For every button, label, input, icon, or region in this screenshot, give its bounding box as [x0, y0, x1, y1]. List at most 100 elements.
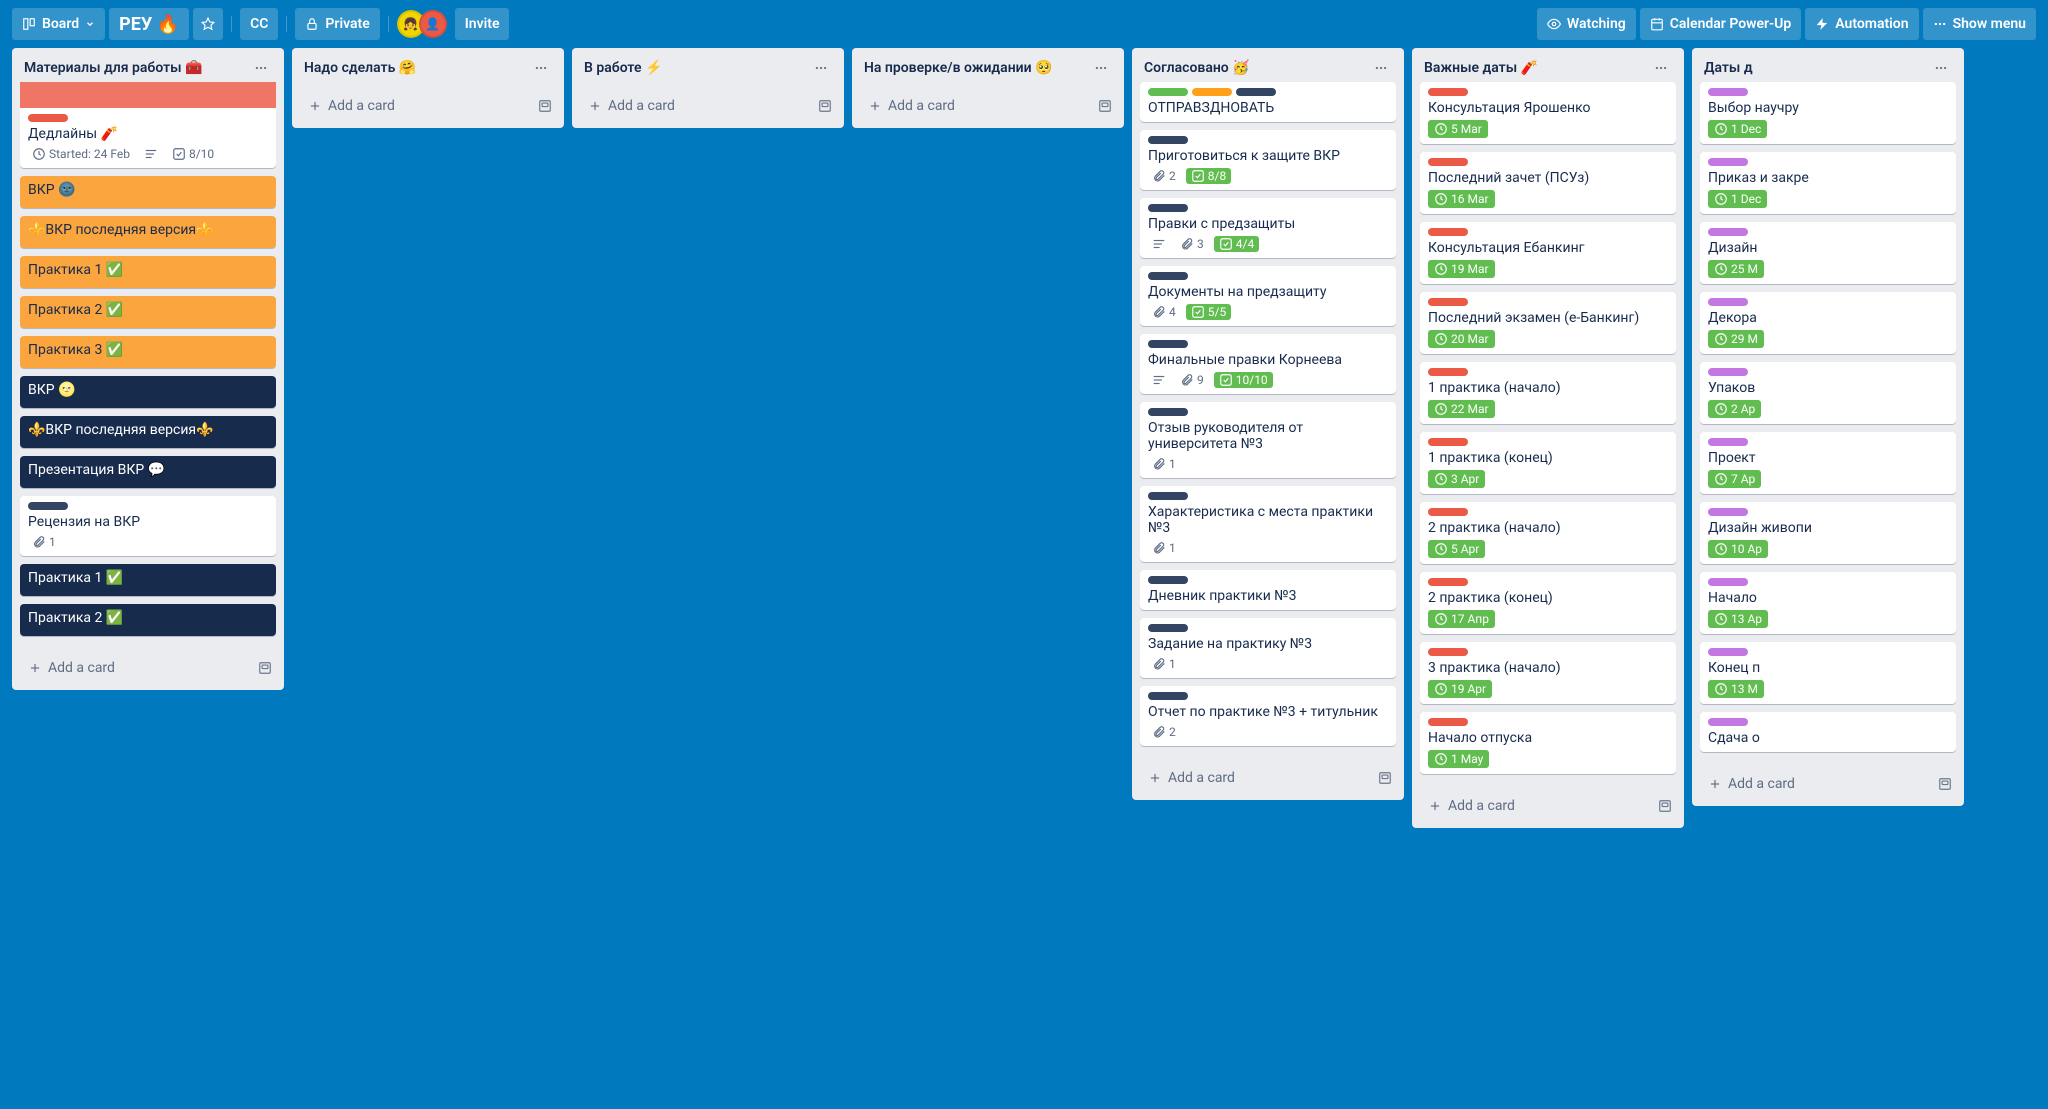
card[interactable]: Последний зачет (ПСУз) 16 Mar	[1420, 152, 1676, 214]
list-menu-button[interactable]	[1930, 58, 1952, 78]
list-title[interactable]: Надо сделать 🤗	[304, 60, 416, 76]
label-red[interactable]	[1428, 368, 1468, 376]
add-card-button[interactable]: Add a card	[300, 92, 528, 120]
label-purple[interactable]	[1708, 368, 1748, 376]
add-card-button[interactable]: Add a card	[1140, 764, 1368, 792]
add-card-button[interactable]: Add a card	[20, 654, 248, 682]
label-green[interactable]	[1148, 88, 1188, 96]
view-switcher[interactable]: Board	[12, 8, 105, 40]
star-button[interactable]	[193, 8, 223, 40]
label-red[interactable]	[1428, 648, 1468, 656]
card[interactable]: Последний экзамен (е-Банкинг) 20 Mar	[1420, 292, 1676, 354]
card[interactable]: Отчет по практике №3 + титульник 2	[1140, 686, 1396, 746]
card[interactable]: Упаков 2 Ap	[1700, 362, 1956, 424]
label-red[interactable]	[28, 114, 68, 122]
label-red[interactable]	[1428, 508, 1468, 516]
card[interactable]: 3 практика (начало) 19 Apr	[1420, 642, 1676, 704]
card[interactable]: Отзыв руководителя от университета №3 1	[1140, 402, 1396, 478]
card[interactable]: Задание на практику №3 1	[1140, 618, 1396, 678]
label-navy[interactable]	[1148, 136, 1188, 144]
card[interactable]: ⚜️ВКР последняя версия⚜️	[20, 216, 276, 248]
card-template-button[interactable]	[1094, 95, 1116, 118]
card[interactable]: Дизайн 25 M	[1700, 222, 1956, 284]
list-title[interactable]: В работе ⚡️	[584, 60, 662, 76]
label-navy[interactable]	[28, 502, 68, 510]
list-menu-button[interactable]	[810, 58, 832, 78]
label-navy[interactable]	[1148, 204, 1188, 212]
card[interactable]: ВКР 🌝	[20, 376, 276, 408]
calendar-powerup-button[interactable]: Calendar Power-Up	[1640, 8, 1802, 40]
automation-button[interactable]: Automation	[1805, 8, 1918, 40]
label-red[interactable]	[1428, 578, 1468, 586]
label-red[interactable]	[1428, 718, 1468, 726]
card-template-button[interactable]	[814, 95, 836, 118]
add-card-button[interactable]: Add a card	[580, 92, 808, 120]
add-card-button[interactable]: Add a card	[1700, 770, 1928, 798]
add-card-button[interactable]: Add a card	[860, 92, 1088, 120]
card[interactable]: Приготовиться к защите ВКР 2 8/8	[1140, 130, 1396, 190]
avatar[interactable]: 👤	[419, 10, 447, 38]
card[interactable]: Практика 2 ✅	[20, 604, 276, 636]
card[interactable]: Практика 3 ✅	[20, 336, 276, 368]
label-purple[interactable]	[1708, 88, 1748, 96]
card[interactable]: Выбор научру 1 Dec	[1700, 82, 1956, 144]
board-canvas[interactable]: Материалы для работы 🧰 Дедлайны 🧨 Started…	[0, 48, 2048, 1109]
board-title[interactable]: РЕУ 🔥	[109, 8, 189, 40]
workspace-button[interactable]: CC	[240, 8, 278, 40]
list-title[interactable]: Согласовано 🥳	[1144, 60, 1250, 76]
card-template-button[interactable]	[1374, 767, 1396, 790]
card-template-button[interactable]	[1654, 795, 1676, 818]
label-red[interactable]	[1428, 298, 1468, 306]
list-title[interactable]: На проверке/в ожидании 🥺	[864, 60, 1053, 76]
card[interactable]: ОТПРАВЗДНОВАТЬ	[1140, 82, 1396, 122]
list-menu-button[interactable]	[530, 58, 552, 78]
card-template-button[interactable]	[254, 657, 276, 680]
label-purple[interactable]	[1708, 508, 1748, 516]
card[interactable]: Декора 29 M	[1700, 292, 1956, 354]
label-navy[interactable]	[1148, 272, 1188, 280]
invite-button[interactable]: Invite	[455, 8, 510, 40]
card[interactable]: 1 практика (конец) 3 Apr	[1420, 432, 1676, 494]
card[interactable]: Рецензия на ВКР 1	[20, 496, 276, 556]
list-title[interactable]: Важные даты 🧨	[1424, 60, 1538, 76]
card[interactable]: Сдача о	[1700, 712, 1956, 752]
label-navy[interactable]	[1148, 408, 1188, 416]
list-menu-button[interactable]	[1090, 58, 1112, 78]
label-navy[interactable]	[1148, 340, 1188, 348]
label-red[interactable]	[1428, 438, 1468, 446]
watching-button[interactable]: Watching	[1537, 8, 1636, 40]
card[interactable]: Консультация Ярошенко 5 Mar	[1420, 82, 1676, 144]
label-orange[interactable]	[1192, 88, 1232, 96]
label-purple[interactable]	[1708, 298, 1748, 306]
list-title[interactable]: Материалы для работы 🧰	[24, 60, 202, 76]
card[interactable]: Практика 1 ✅	[20, 564, 276, 596]
label-navy[interactable]	[1148, 576, 1188, 584]
card[interactable]: Дневник практики №3	[1140, 570, 1396, 610]
label-navy[interactable]	[1236, 88, 1276, 96]
member-avatars[interactable]: 👧 👤	[397, 10, 447, 38]
card[interactable]: 1 практика (начало) 22 Mar	[1420, 362, 1676, 424]
card[interactable]: 2 практика (начало) 5 Apr	[1420, 502, 1676, 564]
card[interactable]: ⚜️ВКР последняя версия⚜️	[20, 416, 276, 448]
card[interactable]: Финальные правки Корнеева 9 10/10	[1140, 334, 1396, 394]
card[interactable]: 2 практика (конец) 17 Апр	[1420, 572, 1676, 634]
card[interactable]: Дедлайны 🧨 Started: 24 Feb 8/10	[20, 82, 276, 168]
list-menu-button[interactable]	[250, 58, 272, 78]
card[interactable]: Характеристика с места практики №3 1	[1140, 486, 1396, 562]
card-template-button[interactable]	[1934, 773, 1956, 796]
label-red[interactable]	[1428, 88, 1468, 96]
card[interactable]: Правки с предзащиты 3 4/4	[1140, 198, 1396, 258]
card[interactable]: Практика 1 ✅	[20, 256, 276, 288]
label-purple[interactable]	[1708, 578, 1748, 586]
label-purple[interactable]	[1708, 438, 1748, 446]
list-menu-button[interactable]	[1650, 58, 1672, 78]
label-navy[interactable]	[1148, 692, 1188, 700]
card[interactable]: Проект 7 Ap	[1700, 432, 1956, 494]
label-purple[interactable]	[1708, 158, 1748, 166]
card[interactable]: Дизайн живопи 10 Ap	[1700, 502, 1956, 564]
label-purple[interactable]	[1708, 718, 1748, 726]
card-template-button[interactable]	[534, 95, 556, 118]
label-purple[interactable]	[1708, 228, 1748, 236]
list-title[interactable]: Даты д	[1704, 60, 1753, 76]
card[interactable]: ВКР 🌚	[20, 176, 276, 208]
